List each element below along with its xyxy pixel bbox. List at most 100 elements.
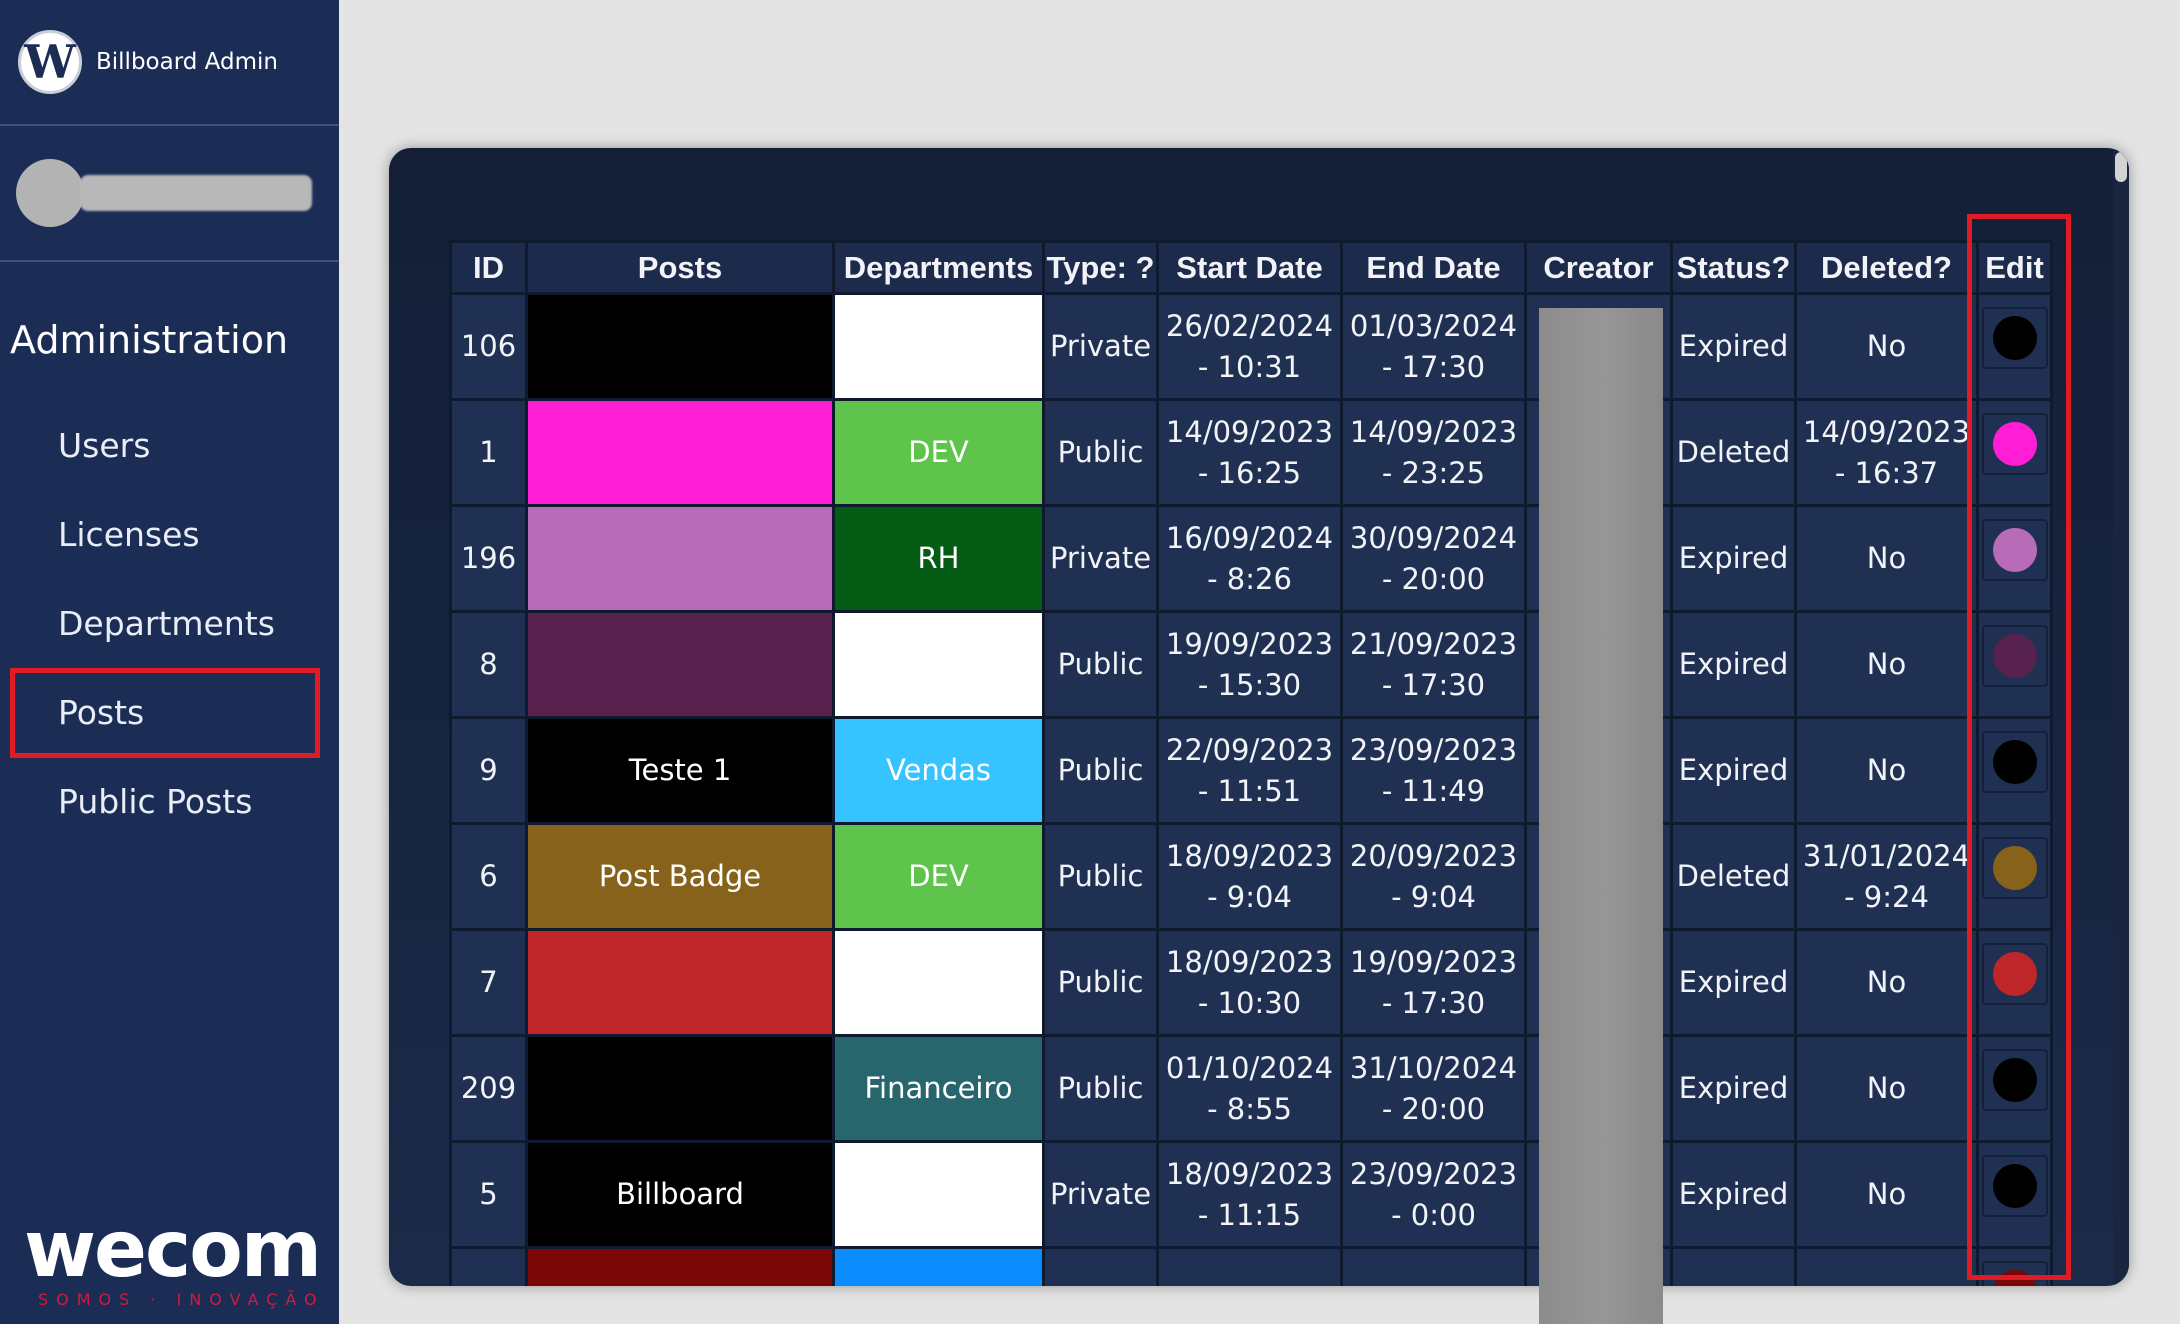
cell-start-date: 14/09/2023 - 16:25: [1156, 398, 1343, 507]
cell-id: 1: [449, 398, 528, 507]
cell-start-date-line: 18/09/2023: [1165, 838, 1334, 873]
cell-department: Financeiro: [832, 1034, 1045, 1143]
table-header-row: ID Posts Departments Type: ? Start Date …: [449, 240, 2053, 295]
cell-start-date-line: - 15:30: [1197, 667, 1302, 702]
sidebar: W Billboard Admin Administration Users L…: [0, 0, 339, 1324]
cell-status: Deleted: [1670, 398, 1797, 507]
brand[interactable]: W Billboard Admin: [0, 0, 339, 126]
sidebar-item-users[interactable]: Users: [58, 426, 150, 465]
header-start-date[interactable]: Start Date: [1156, 240, 1343, 295]
cell-end-date-line: - 9:04: [1391, 879, 1476, 914]
cell-end-date-line: 23/09/2023: [1349, 732, 1518, 767]
cell-end-date: 19/09/2023 - 17:30: [1340, 928, 1527, 1037]
cell-end-date-line: 01/03/2024: [1349, 308, 1518, 343]
cell-department: [832, 928, 1045, 1037]
cell-department: DEV: [832, 822, 1045, 931]
footer-tagline: SOMOS · INOVAÇÃO: [38, 1290, 325, 1309]
header-status[interactable]: Status?: [1670, 240, 1797, 295]
table-row: 7 Public 18/09/2023 - 10:30 19/09/2023 - 17:3…: [449, 928, 2053, 1037]
cell-post[interactable]: [525, 610, 835, 719]
cell-start-date-line: - 16:25: [1197, 455, 1302, 490]
cell-end-date-line: - 20:00: [1381, 1091, 1486, 1126]
cell-deleted-line: No: [1866, 329, 1907, 363]
header-departments[interactable]: Departments: [832, 240, 1045, 295]
cell-type: Public: [1042, 822, 1159, 931]
cell-post[interactable]: [525, 1034, 835, 1143]
cell-post[interactable]: [525, 398, 835, 507]
cell-start-date: 22/09/2023 - 11:51: [1156, 716, 1343, 825]
cell-id: 6: [449, 822, 528, 931]
cell-start-date: 26/02/2024 - 10:31: [1156, 292, 1343, 401]
cell-department: RH: [832, 504, 1045, 613]
user-profile[interactable]: [0, 126, 339, 262]
cell-post[interactable]: Post Badge: [525, 822, 835, 931]
cell-end-date-line: 31/10/2024: [1349, 1050, 1518, 1085]
header-end-date[interactable]: End Date: [1340, 240, 1527, 295]
sidebar-active-highlight: [10, 668, 320, 758]
cell-end-date: 24/07/2024: [1340, 1246, 1527, 1286]
cell-end-date-line: 30/09/2024: [1349, 520, 1518, 555]
cell-department: [832, 1246, 1045, 1286]
cell-start-date: 18/09/2023 - 11:15: [1156, 1140, 1343, 1249]
cell-start-date-line: - 10:31: [1197, 349, 1302, 384]
cell-start-date: 01/10/2024 - 8:55: [1156, 1034, 1343, 1143]
brand-logo: W: [18, 30, 82, 94]
cell-id: 9: [449, 716, 528, 825]
cell-deleted: No: [1794, 928, 1979, 1037]
cell-end-date: 14/09/2023 - 23:25: [1340, 398, 1527, 507]
header-creator[interactable]: Creator: [1524, 240, 1673, 295]
cell-end-date-line: - 11:49: [1381, 773, 1486, 808]
cell-department: [832, 292, 1045, 401]
user-name-redacted: [80, 175, 312, 211]
cell-start-date-line: - 8:55: [1207, 1091, 1292, 1126]
cell-start-date: 23/07/2024: [1156, 1246, 1343, 1286]
cell-id: 209: [449, 1034, 528, 1143]
cell-status: Expired: [1670, 610, 1797, 719]
cell-post[interactable]: [525, 928, 835, 1037]
cell-deleted: 31/01/2024 - 9:24: [1794, 822, 1979, 931]
table-row: 8 Public 19/09/2023 - 15:30 21/09/2023 - 17:3…: [449, 610, 2053, 719]
cell-end-date: 23/09/2023 - 0:00: [1340, 1140, 1527, 1249]
sidebar-item-public-posts[interactable]: Public Posts: [58, 782, 252, 821]
cell-start-date: 16/09/2024 - 8:26: [1156, 504, 1343, 613]
cell-status: [1670, 1246, 1797, 1286]
cell-id: [449, 1246, 528, 1286]
cell-end-date-line: - 20:00: [1381, 561, 1486, 596]
cell-deleted-line: 14/09/2023: [1802, 414, 1971, 449]
cell-deleted: 14/09/2023 - 16:37: [1794, 398, 1979, 507]
cell-post[interactable]: Teste 1: [525, 716, 835, 825]
sidebar-item-licenses[interactable]: Licenses: [58, 515, 200, 554]
cell-status: Expired: [1670, 1034, 1797, 1143]
cell-start-date-line: 23/07/2024: [1159, 1280, 1340, 1286]
cell-post[interactable]: Billboard: [525, 1140, 835, 1249]
scroll-thumb[interactable]: [2115, 152, 2127, 182]
header-type[interactable]: Type: ?: [1042, 240, 1159, 295]
cell-start-date-line: - 11:51: [1197, 773, 1302, 808]
cell-id: 5: [449, 1140, 528, 1249]
cell-end-date: 31/10/2024 - 20:00: [1340, 1034, 1527, 1143]
cell-type: Private: [1042, 1140, 1159, 1249]
cell-end-date-line: - 17:30: [1381, 349, 1486, 384]
cell-end-date-line: 24/07/2024: [1343, 1280, 1524, 1286]
cell-deleted-line: - 16:37: [1834, 455, 1939, 490]
cell-start-date-line: 16/09/2024: [1165, 520, 1334, 555]
cell-type: [1042, 1246, 1159, 1286]
cell-status: Expired: [1670, 928, 1797, 1037]
sidebar-item-departments[interactable]: Departments: [58, 604, 275, 643]
scrollbar[interactable]: [2113, 148, 2129, 1286]
cell-deleted-line: No: [1866, 647, 1907, 681]
header-posts[interactable]: Posts: [525, 240, 835, 295]
cell-post[interactable]: [525, 292, 835, 401]
cell-start-date-line: 18/09/2023: [1165, 1156, 1334, 1191]
header-deleted[interactable]: Deleted?: [1794, 240, 1979, 295]
cell-post[interactable]: [525, 1246, 835, 1286]
cell-post[interactable]: [525, 504, 835, 613]
cell-deleted-line: No: [1866, 1071, 1907, 1105]
cell-id: 8: [449, 610, 528, 719]
section-title: Administration: [10, 318, 289, 362]
cell-start-date-line: 14/09/2023: [1165, 414, 1334, 449]
cell-end-date: 30/09/2024 - 20:00: [1340, 504, 1527, 613]
header-id[interactable]: ID: [449, 240, 528, 295]
sidebar-item-posts[interactable]: Posts: [58, 693, 144, 732]
cell-start-date-line: 22/09/2023: [1165, 732, 1334, 767]
